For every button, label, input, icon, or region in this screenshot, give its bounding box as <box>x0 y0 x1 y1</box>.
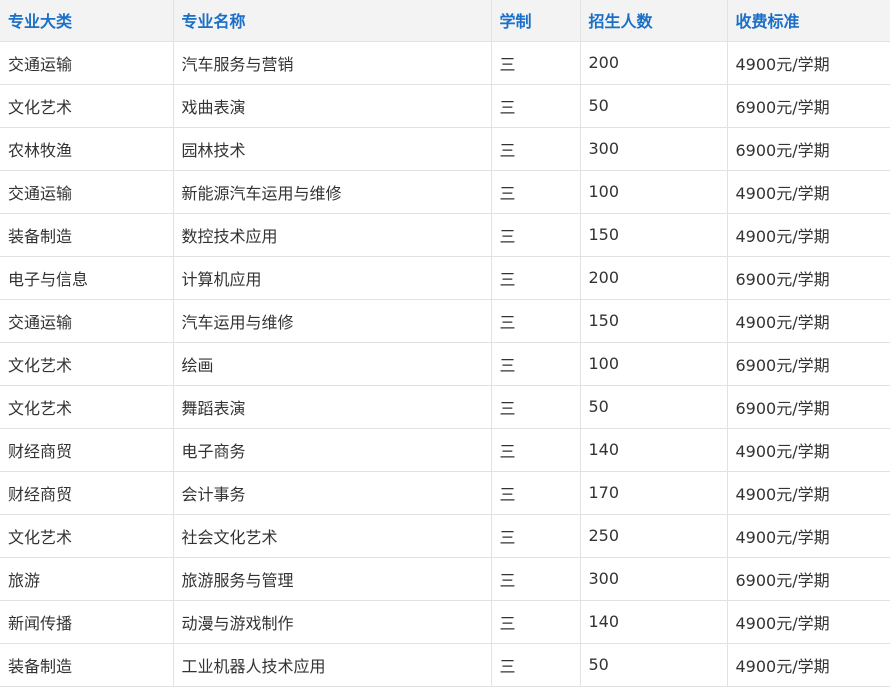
cell-duration: 三 <box>491 471 581 515</box>
cell-category: 文化艺术 <box>0 385 174 429</box>
cell-major: 动漫与游戏制作 <box>173 600 492 644</box>
cell-enrollment: 150 <box>580 213 728 257</box>
table-row: 财经商贸 电子商务三 140 4900元/学期 <box>0 428 890 472</box>
cell-major: 社会文化艺术 <box>173 514 492 558</box>
cell-fee: 4900元/学期 <box>727 514 890 558</box>
cell-fee: 4900元/学期 <box>727 428 890 472</box>
cell-fee: 6900元/学期 <box>727 256 890 300</box>
cell-fee: 4900元/学期 <box>727 471 890 515</box>
cell-duration: 三 <box>491 385 581 429</box>
cell-fee: 6900元/学期 <box>727 127 890 171</box>
cell-enrollment: 250 <box>580 514 728 558</box>
cell-enrollment: 50 <box>580 643 728 687</box>
cell-category: 文化艺术 <box>0 342 174 386</box>
cell-duration: 三 <box>491 170 581 214</box>
cell-duration: 三 <box>491 299 581 343</box>
header-fee: 收费标准 <box>727 0 890 42</box>
cell-duration: 三 <box>491 557 581 601</box>
cell-fee: 4900元/学期 <box>727 170 890 214</box>
header-enrollment: 招生人数 <box>580 0 728 42</box>
table-row: 文化艺术 戏曲表演三 50 6900元/学期 <box>0 84 890 128</box>
cell-category: 交通运输 <box>0 170 174 214</box>
table-row: 交通运输 汽车运用与维修三 150 4900元/学期 <box>0 299 890 343</box>
cell-fee: 4900元/学期 <box>727 213 890 257</box>
cell-category: 新闻传播 <box>0 600 174 644</box>
table-header: 专业大类 专业名称 学制 招生人数 收费标准 <box>0 0 890 42</box>
cell-duration: 三 <box>491 643 581 687</box>
table-row: 文化艺术 舞蹈表演三 50 6900元/学期 <box>0 385 890 429</box>
table-row: 旅游 旅游服务与管理三 300 6900元/学期 <box>0 557 890 601</box>
table-row: 文化艺术 社会文化艺术三 250 4900元/学期 <box>0 514 890 558</box>
cell-major: 园林技术 <box>173 127 492 171</box>
cell-enrollment: 100 <box>580 342 728 386</box>
cell-enrollment: 50 <box>580 385 728 429</box>
cell-category: 旅游 <box>0 557 174 601</box>
cell-enrollment: 150 <box>580 299 728 343</box>
enrollment-table: 专业大类 专业名称 学制 招生人数 收费标准 交通运输 汽车服务与营销三 200 49… <box>0 0 890 687</box>
cell-fee: 6900元/学期 <box>727 385 890 429</box>
table-row: 财经商贸 会计事务三 170 4900元/学期 <box>0 471 890 515</box>
cell-duration: 三 <box>491 428 581 472</box>
table-row: 新闻传播 动漫与游戏制作三 140 4900元/学期 <box>0 600 890 644</box>
cell-category: 交通运输 <box>0 41 174 85</box>
cell-fee: 4900元/学期 <box>727 41 890 85</box>
cell-major: 计算机应用 <box>173 256 492 300</box>
header-duration: 学制 <box>491 0 581 42</box>
cell-major: 工业机器人技术应用 <box>173 643 492 687</box>
cell-major: 电子商务 <box>173 428 492 472</box>
table-row: 电子与信息 计算机应用三 200 6900元/学期 <box>0 256 890 300</box>
cell-category: 交通运输 <box>0 299 174 343</box>
header-category: 专业大类 <box>0 0 174 42</box>
cell-major: 会计事务 <box>173 471 492 515</box>
table-row: 装备制造 数控技术应用三 150 4900元/学期 <box>0 213 890 257</box>
cell-major: 舞蹈表演 <box>173 385 492 429</box>
cell-enrollment: 140 <box>580 600 728 644</box>
cell-category: 财经商贸 <box>0 471 174 515</box>
table-row: 农林牧渔 园林技术三 300 6900元/学期 <box>0 127 890 171</box>
cell-major: 数控技术应用 <box>173 213 492 257</box>
cell-category: 电子与信息 <box>0 256 174 300</box>
cell-duration: 三 <box>491 600 581 644</box>
cell-enrollment: 100 <box>580 170 728 214</box>
table-row: 交通运输 汽车服务与营销三 200 4900元/学期 <box>0 41 890 85</box>
cell-duration: 三 <box>491 127 581 171</box>
cell-major: 绘画 <box>173 342 492 386</box>
table-row: 文化艺术 绘画三 100 6900元/学期 <box>0 342 890 386</box>
cell-category: 文化艺术 <box>0 514 174 558</box>
cell-category: 农林牧渔 <box>0 127 174 171</box>
cell-fee: 6900元/学期 <box>727 342 890 386</box>
cell-fee: 4900元/学期 <box>727 299 890 343</box>
cell-duration: 三 <box>491 213 581 257</box>
cell-duration: 三 <box>491 342 581 386</box>
cell-duration: 三 <box>491 41 581 85</box>
cell-fee: 6900元/学期 <box>727 84 890 128</box>
cell-major: 汽车服务与营销 <box>173 41 492 85</box>
cell-duration: 三 <box>491 84 581 128</box>
cell-duration: 三 <box>491 256 581 300</box>
cell-enrollment: 200 <box>580 41 728 85</box>
table-row: 交通运输 新能源汽车运用与维修三 100 4900元/学期 <box>0 170 890 214</box>
cell-major: 戏曲表演 <box>173 84 492 128</box>
cell-category: 文化艺术 <box>0 84 174 128</box>
cell-fee: 4900元/学期 <box>727 600 890 644</box>
table-body: 交通运输 汽车服务与营销三 200 4900元/学期 文化艺术 戏曲表演三 50 6900元/… <box>0 41 890 687</box>
cell-category: 财经商贸 <box>0 428 174 472</box>
cell-enrollment: 50 <box>580 84 728 128</box>
cell-enrollment: 300 <box>580 127 728 171</box>
cell-category: 装备制造 <box>0 643 174 687</box>
cell-major: 汽车运用与维修 <box>173 299 492 343</box>
header-major: 专业名称 <box>173 0 492 42</box>
cell-enrollment: 140 <box>580 428 728 472</box>
cell-enrollment: 170 <box>580 471 728 515</box>
table-row: 装备制造 工业机器人技术应用三 50 4900元/学期 <box>0 643 890 687</box>
cell-category: 装备制造 <box>0 213 174 257</box>
cell-major: 旅游服务与管理 <box>173 557 492 601</box>
cell-enrollment: 200 <box>580 256 728 300</box>
cell-fee: 6900元/学期 <box>727 557 890 601</box>
header-row: 专业大类 专业名称 学制 招生人数 收费标准 <box>0 0 890 42</box>
cell-fee: 4900元/学期 <box>727 643 890 687</box>
cell-duration: 三 <box>491 514 581 558</box>
cell-enrollment: 300 <box>580 557 728 601</box>
cell-major: 新能源汽车运用与维修 <box>173 170 492 214</box>
